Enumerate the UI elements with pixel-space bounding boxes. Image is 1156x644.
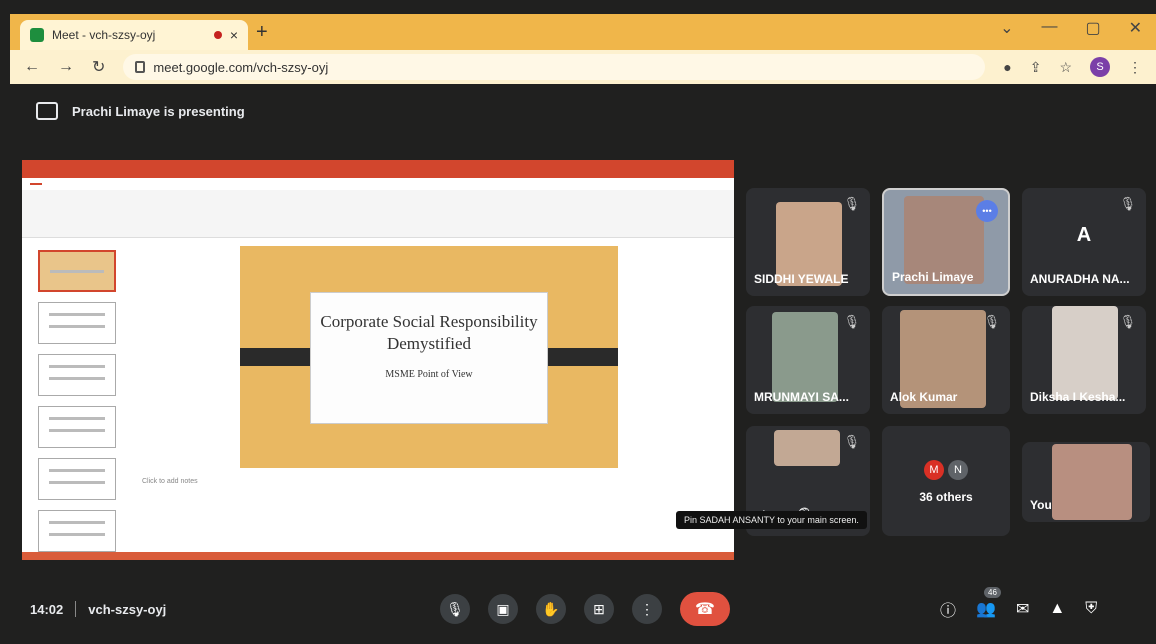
ppt-ribbon-tabs <box>22 178 734 190</box>
shared-screen: Corporate Social Responsibility Demystif… <box>22 160 734 560</box>
self-tile[interactable]: You <box>1022 442 1150 522</box>
slide-canvas: Corporate Social Responsibility Demystif… <box>240 246 618 468</box>
ppt-ribbon <box>22 190 734 238</box>
slide-thumbnail <box>38 406 116 448</box>
bottom-control-bar: 14:02 vch-szsy-oyj 🎙 ▣ ✋ ⊞ ⋮ ☎ ⓘ 👥 46 ✉ ▲… <box>0 586 1156 632</box>
participant-name: Diksha I Kesha... <box>1030 390 1126 404</box>
participant-tile[interactable]: 🎙 Alok Kumar <box>882 306 1010 414</box>
end-call-button[interactable]: ☎ <box>680 592 730 626</box>
side-controls: ⓘ 👥 46 ✉ ▲ ⛨ <box>940 587 1097 621</box>
participant-name: ANURADHA NA... <box>1030 272 1130 286</box>
profile-avatar[interactable]: S <box>1090 57 1110 77</box>
meeting-code: vch-szsy-oyj <box>88 601 167 617</box>
meeting-info: 14:02 vch-szsy-oyj <box>30 601 166 617</box>
pin-tooltip: Pin SADAH ANSANTY to your main screen. <box>676 511 867 529</box>
reload-icon[interactable]: ↻ <box>92 57 105 77</box>
slide-thumbnails <box>28 240 118 552</box>
slide-subtitle: MSME Point of View <box>385 369 473 380</box>
mic-off-icon: 🎙 <box>843 434 860 449</box>
menu-kebab-icon[interactable]: ⋮ <box>1128 59 1142 76</box>
participant-video <box>774 430 840 466</box>
presenting-banner: Prachi Limaye is presenting <box>36 102 245 120</box>
slide-thumbnail <box>38 458 116 500</box>
people-count-badge: 46 <box>984 587 1001 598</box>
camera-indicator-icon[interactable]: ● <box>1003 59 1011 75</box>
participant-initial: A <box>1076 224 1092 246</box>
avatar: M <box>924 460 944 480</box>
ppt-file-tab <box>30 183 42 185</box>
browser-toolbar: ← → ↻ meet.google.com/vch-szsy-oyj ● ⇪ ☆… <box>10 50 1156 84</box>
host-controls-icon[interactable]: ⛨ <box>1085 600 1097 618</box>
tab-search-button[interactable]: ⌄ <box>1000 18 1013 38</box>
participant-tile[interactable]: 🎙 SIDDHI YEWALE <box>746 188 870 296</box>
slide-thumbnail <box>38 250 116 292</box>
mic-off-icon: 🎙 <box>1119 196 1136 211</box>
participant-tile[interactable]: A 🎙 ANURADHA NA... <box>1022 188 1146 296</box>
participant-name: Alok Kumar <box>890 390 958 404</box>
participant-name: You <box>1030 498 1052 512</box>
meeting-time: 14:02 <box>30 601 64 617</box>
chat-icon[interactable]: ✉ <box>1016 599 1029 619</box>
close-window-button[interactable]: ✕ <box>1129 18 1142 38</box>
speaking-indicator-icon: ••• <box>976 200 998 222</box>
meet-favicon-icon <box>30 28 44 42</box>
lock-icon <box>135 61 146 73</box>
raise-hand-icon[interactable]: ✋ <box>536 594 566 624</box>
browser-tab-meet[interactable]: Meet - vch-szsy-oyj × <box>20 20 248 50</box>
participant-name: SIDDHI YEWALE <box>754 272 849 286</box>
recording-dot-icon <box>213 31 222 39</box>
people-icon[interactable]: 👥 46 <box>976 587 1001 619</box>
others-count: 36 others <box>919 490 973 504</box>
present-now-icon[interactable]: ⊞ <box>584 594 614 624</box>
share-icon[interactable]: ⇪ <box>1030 59 1042 76</box>
call-controls: 🎙 ▣ ✋ ⊞ ⋮ ☎ <box>440 592 730 626</box>
avatar: N <box>948 460 968 480</box>
participant-video <box>772 312 838 402</box>
tab-close-button[interactable]: × <box>230 27 238 43</box>
tab-title: Meet - vch-szsy-oyj <box>52 28 156 42</box>
participant-name: Prachi Limaye <box>892 270 974 284</box>
activities-icon[interactable]: ▲ <box>1049 600 1065 618</box>
maximize-button[interactable]: ▢ <box>1085 18 1100 38</box>
mic-off-icon: 🎙 <box>843 314 860 329</box>
slide-thumbnail <box>38 302 116 344</box>
forward-arrow-icon[interactable]: → <box>58 58 74 76</box>
minimize-button[interactable]: — <box>1041 18 1057 38</box>
slide-thumbnail <box>38 510 116 552</box>
back-arrow-icon[interactable]: ← <box>24 58 40 76</box>
mic-off-icon: 🎙 <box>843 196 860 211</box>
ppt-title-bar <box>22 160 734 178</box>
notes-placeholder: Click to add notes <box>142 478 198 485</box>
microphone-icon[interactable]: 🎙 <box>440 594 470 624</box>
participant-tile[interactable]: 🎙 Diksha I Kesha... <box>1022 306 1146 414</box>
address-bar[interactable]: meet.google.com/vch-szsy-oyj <box>123 54 986 80</box>
others-tile[interactable]: M N 36 others <box>882 426 1010 536</box>
mic-off-icon: 🎙 <box>1119 314 1136 329</box>
camera-icon[interactable]: ▣ <box>488 594 518 624</box>
mic-off-icon: 🎙 <box>983 314 1000 329</box>
meet-window: Meet - vch-szsy-oyj × + ⌄ — ▢ ✕ ← → ↻ me… <box>0 0 1156 644</box>
bookmark-star-icon[interactable]: ☆ <box>1059 59 1072 76</box>
present-screen-icon <box>36 102 58 120</box>
browser-tab-strip: Meet - vch-szsy-oyj × + ⌄ — ▢ ✕ <box>10 14 1156 50</box>
participant-tile[interactable]: ••• Prachi Limaye <box>882 188 1010 296</box>
toolbar-right-icons: ● ⇪ ☆ S ⋮ <box>1003 57 1142 77</box>
meeting-details-icon[interactable]: ⓘ <box>940 597 956 621</box>
more-options-icon[interactable]: ⋮ <box>632 594 662 624</box>
new-tab-button[interactable]: + <box>256 21 268 44</box>
slide-title-card: Corporate Social Responsibility Demystif… <box>310 292 548 424</box>
url-text: meet.google.com/vch-szsy-oyj <box>153 59 329 75</box>
participant-tile[interactable]: 🎙 MRUNMAYI SA... <box>746 306 870 414</box>
slide-thumbnail <box>38 354 116 396</box>
window-controls: ⌄ — ▢ ✕ <box>1000 18 1142 38</box>
participant-video <box>1052 306 1118 400</box>
presenting-text: Prachi Limaye is presenting <box>72 103 245 119</box>
others-avatars: M N <box>924 460 968 480</box>
participant-video <box>1052 444 1132 520</box>
participant-name: MRUNMAYI SA... <box>754 390 849 404</box>
slide-title: Corporate Social Responsibility Demystif… <box>320 312 538 353</box>
divider <box>75 601 77 617</box>
